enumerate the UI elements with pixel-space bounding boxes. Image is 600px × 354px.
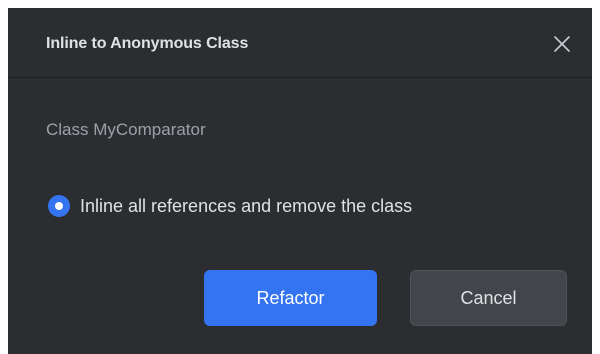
refactor-dialog: Inline to Anonymous Class Class MyCompar… [8, 8, 592, 354]
inline-all-label: Inline all references and remove the cla… [80, 195, 413, 216]
dialog-titlebar: Inline to Anonymous Class [8, 8, 592, 78]
cancel-button[interactable]: Cancel [410, 270, 567, 326]
inline-all-radio[interactable] [48, 195, 70, 217]
refactor-button[interactable]: Refactor [204, 270, 377, 326]
close-button[interactable] [548, 30, 576, 58]
dialog-title: Inline to Anonymous Class [46, 35, 249, 52]
class-name-label: Class MyComparator [46, 120, 206, 139]
close-icon [554, 36, 570, 52]
inline-all-option[interactable]: Inline all references and remove the cla… [48, 193, 412, 219]
